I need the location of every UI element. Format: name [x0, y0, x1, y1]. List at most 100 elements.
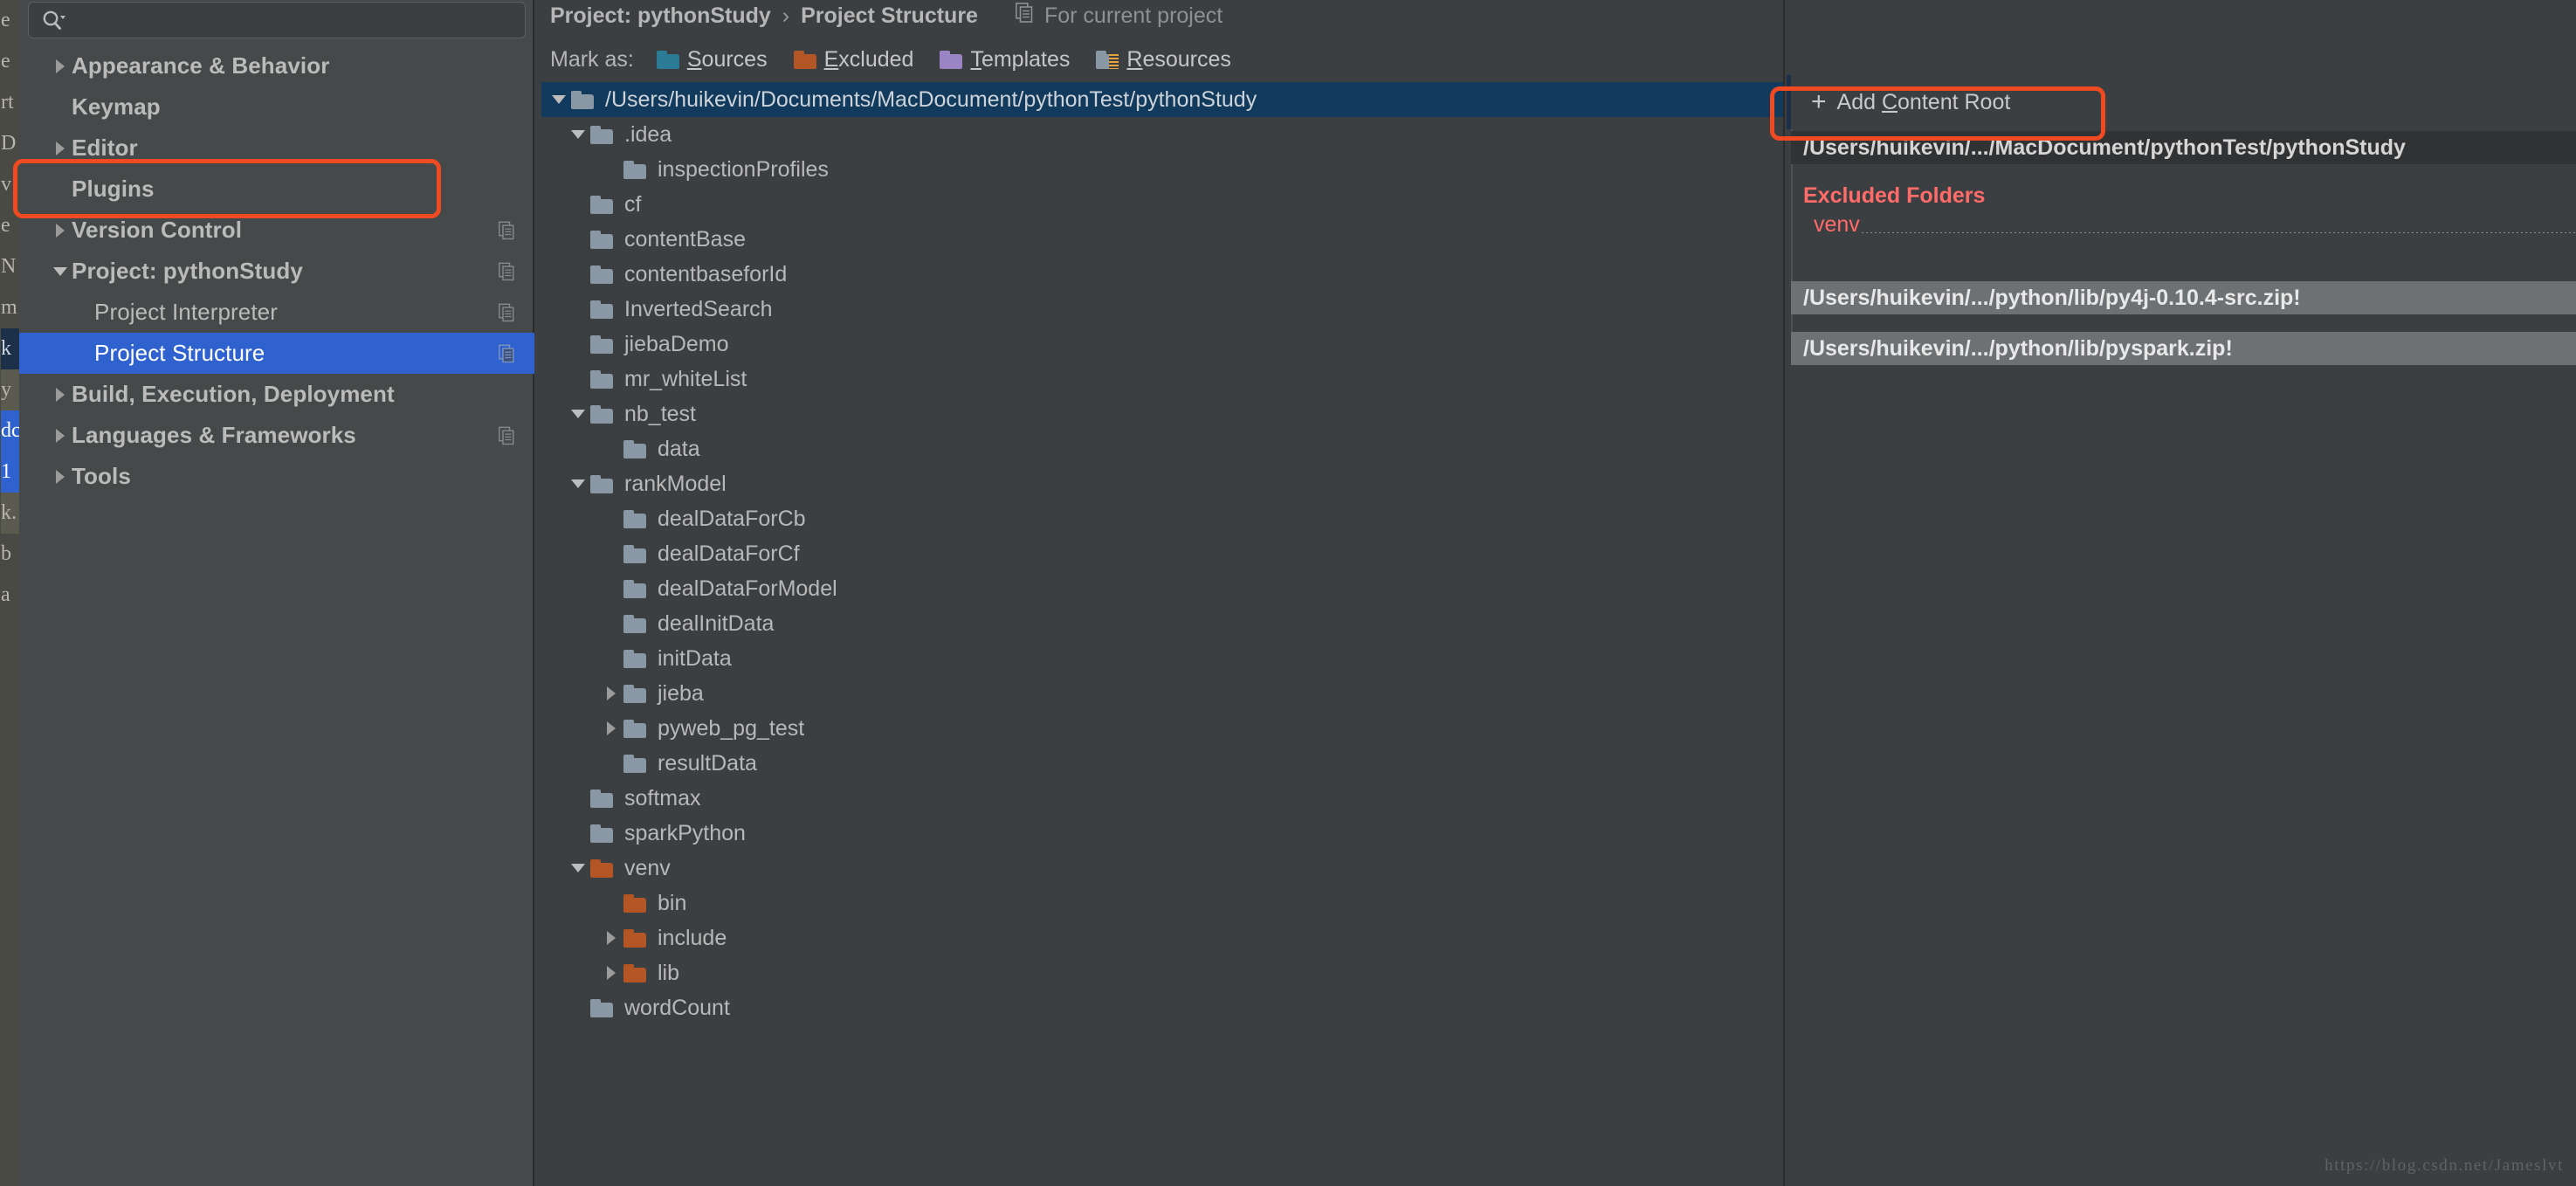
tree-row[interactable]: contentbaseforId [541, 257, 1783, 292]
folder-icon [590, 998, 613, 1017]
sidebar-item-project-pythonstudy[interactable]: Project: pythonStudy [19, 251, 534, 292]
tree-row[interactable]: dealDataForModel [541, 571, 1783, 606]
chevron-right-icon[interactable] [49, 141, 72, 156]
folder-icon [590, 125, 613, 144]
tree-row[interactable]: wordCount [541, 990, 1783, 1025]
add-root-text-before: Add [1836, 89, 1882, 114]
sidebar-item-label: Project Structure [94, 340, 265, 366]
sidebar-item-project-structure[interactable]: Project Structure [19, 333, 534, 374]
settings-dialog: e e rt Dv e Nm k y dc 1 k. b a Appearance & Behavior… [0, 0, 2576, 1186]
folder-icon [590, 474, 613, 493]
breadcrumb: Project: pythonStudy › Project Structure… [550, 0, 1223, 31]
excluded-folder-item[interactable]: venv [1791, 212, 2576, 238]
chevron-down-icon[interactable] [566, 128, 590, 141]
sidebar-item-plugins[interactable]: Plugins [19, 169, 534, 210]
tree-row[interactable]: jiebaDemo [541, 327, 1783, 362]
content-root-detail-panel: + Add Content Root /Users/huikevin/.../M… [1783, 0, 2576, 1186]
folder-icon [571, 90, 594, 109]
tree-row[interactable]: resultData [541, 746, 1783, 781]
chevron-right-icon[interactable] [49, 223, 72, 238]
tree-row[interactable]: lib [541, 955, 1783, 990]
tree-row-content-root[interactable]: /Users/huikevin/Documents/MacDocument/py… [541, 82, 1783, 117]
tree-row[interactable]: softmax [541, 781, 1783, 816]
sidebar-item-build-execution-deployment[interactable]: Build, Execution, Deployment [19, 374, 534, 415]
tree-row[interactable]: sparkPython [541, 816, 1783, 851]
chevron-down-icon[interactable] [49, 265, 72, 279]
chevron-right-icon[interactable] [599, 930, 623, 946]
tree-row-label: resultData [658, 750, 757, 776]
edge-strip-fragment: e [1, 9, 10, 31]
tree-row[interactable]: initData [541, 641, 1783, 676]
folder-icon [590, 858, 613, 878]
tree-row[interactable]: bin [541, 886, 1783, 921]
mark-as-excluded-button[interactable]: Excluded [793, 47, 913, 72]
tree-row[interactable]: jieba [541, 676, 1783, 711]
dotted-leader [1861, 232, 2576, 233]
tree-row[interactable]: mr_whiteList [541, 362, 1783, 396]
sidebar-item-languages-frameworks[interactable]: Languages & Frameworks [19, 415, 534, 456]
tree-row[interactable]: dealDataForCf [541, 536, 1783, 571]
mark-as-sources-button[interactable]: Sources [656, 47, 768, 72]
chevron-down-icon[interactable] [566, 477, 590, 491]
chevron-down-icon[interactable] [566, 861, 590, 875]
library-root-row-1[interactable]: /Users/huikevin/.../python/lib/py4j-0.10… [1791, 281, 2576, 314]
sidebar-item-project-interpreter[interactable]: Project Interpreter [19, 292, 534, 333]
copy-icon [1015, 3, 1034, 29]
tree-row-label: initData [658, 645, 732, 671]
edge-strip-fragment: y [1, 369, 19, 410]
tree-row[interactable]: dealInitData [541, 606, 1783, 641]
tree-row[interactable]: pyweb_pg_test [541, 711, 1783, 746]
sidebar-item-tools[interactable]: Tools [19, 456, 534, 497]
tree-row-label: lib [658, 960, 680, 985]
tree-row-label: jiebaDemo [624, 331, 729, 356]
sidebar-item-version-control[interactable]: Version Control [19, 210, 534, 251]
copy-icon [499, 303, 515, 321]
copy-icon [499, 344, 515, 362]
edge-strip-fragment: D [1, 132, 17, 155]
tree-row-label: InvertedSearch [624, 296, 773, 321]
edge-strip-fragment: dc [1, 410, 19, 452]
tree-row[interactable]: inspectionProfiles [541, 152, 1783, 187]
tree-row[interactable]: nb_test [541, 396, 1783, 431]
add-content-root-button[interactable]: + Add Content Root [1787, 75, 2576, 129]
mark-as-templates-button[interactable]: Templates [940, 47, 1070, 72]
tree-row[interactable]: rankModel [541, 466, 1783, 501]
chevron-right-icon[interactable] [599, 686, 623, 701]
chevron-down-icon[interactable] [566, 407, 590, 421]
chevron-right-icon[interactable] [49, 428, 72, 444]
resource-stripes-icon [1109, 53, 1119, 69]
chevron-down-icon[interactable] [547, 93, 571, 107]
tree-row[interactable]: venv [541, 851, 1783, 886]
chevron-right-icon[interactable] [49, 469, 72, 485]
chevron-right-icon[interactable] [49, 387, 72, 403]
tree-row[interactable]: dealDataForCb [541, 501, 1783, 536]
tree-row[interactable]: include [541, 921, 1783, 955]
sidebar-item-label: Tools [72, 463, 131, 489]
sidebar-item-keymap[interactable]: Keymap [19, 86, 534, 128]
tree-row-label: dealDataForModel [658, 576, 837, 601]
content-root-path-row[interactable]: /Users/huikevin/.../MacDocument/pythonTe… [1791, 131, 2576, 164]
settings-category-list: Appearance & Behavior Keymap Editor Plugins… [19, 45, 534, 497]
chevron-right-icon[interactable] [599, 721, 623, 736]
tree-row[interactable]: contentBase [541, 222, 1783, 257]
sidebar-item-editor[interactable]: Editor [19, 128, 534, 169]
library-root-row-2[interactable]: /Users/huikevin/.../python/lib/pyspark.z… [1791, 332, 2576, 365]
breadcrumb-project[interactable]: Project: pythonStudy [550, 3, 771, 29]
mark-as-resources-button[interactable]: Resources [1096, 47, 1231, 72]
folder-icon [623, 928, 646, 948]
tree-row[interactable]: cf [541, 187, 1783, 222]
chevron-right-icon[interactable] [49, 59, 72, 74]
folder-icon-templates [940, 50, 963, 69]
sidebar-item-label: Appearance & Behavior [72, 52, 330, 79]
tree-row[interactable]: InvertedSearch [541, 292, 1783, 327]
folder-icon-resources [1096, 50, 1119, 69]
excluded-folder-name: venv [1814, 212, 1860, 237]
tree-row[interactable]: data [541, 431, 1783, 466]
tree-row[interactable]: .idea [541, 117, 1783, 152]
tree-row-label: nb_test [624, 401, 697, 426]
settings-search-box[interactable] [28, 2, 526, 38]
chevron-right-icon[interactable] [599, 965, 623, 981]
sidebar-item-appearance-behavior[interactable]: Appearance & Behavior [19, 45, 534, 86]
mark-as-label: Mark as: [550, 46, 634, 72]
edge-strip-fragment: a [1, 583, 10, 606]
